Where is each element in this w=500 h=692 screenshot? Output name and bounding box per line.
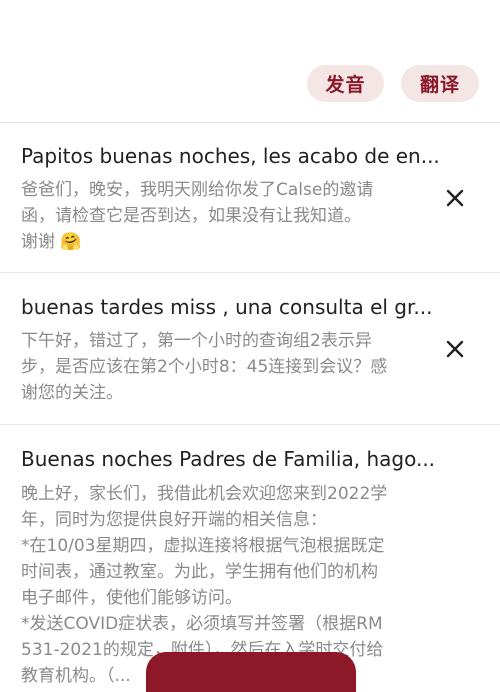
item-title: Papitos buenas noches, les acabo de en..… — [21, 144, 440, 168]
list-item[interactable]: Buenas noches Padres de Familia, hago...… — [0, 424, 500, 686]
item-translation: 爸爸们，晚安，我明天刚给你发了Calse的邀请 函，请检查它是否到达，如果没有让… — [21, 180, 374, 252]
translate-button[interactable]: 翻译 — [401, 65, 479, 102]
close-icon[interactable] — [444, 187, 466, 209]
close-icon[interactable] — [444, 338, 466, 360]
item-translation: 下午好，错过了，第一个小时的查询组2表示异 步，是否应该在第2个小时8：45连接… — [21, 331, 388, 403]
item-title: Buenas noches Padres de Familia, hago... — [21, 447, 436, 471]
bottom-action-button[interactable] — [146, 652, 356, 692]
item-title: buenas tardes miss , una consulta el gr.… — [21, 295, 433, 319]
pronounce-button[interactable]: 发音 — [307, 65, 384, 102]
list-item[interactable]: buenas tardes miss , una consulta el gr.… — [0, 272, 500, 422]
top-bar: 发音 翻译 — [0, 0, 500, 122]
list-item[interactable]: Papitos buenas noches, les acabo de en..… — [0, 122, 500, 272]
